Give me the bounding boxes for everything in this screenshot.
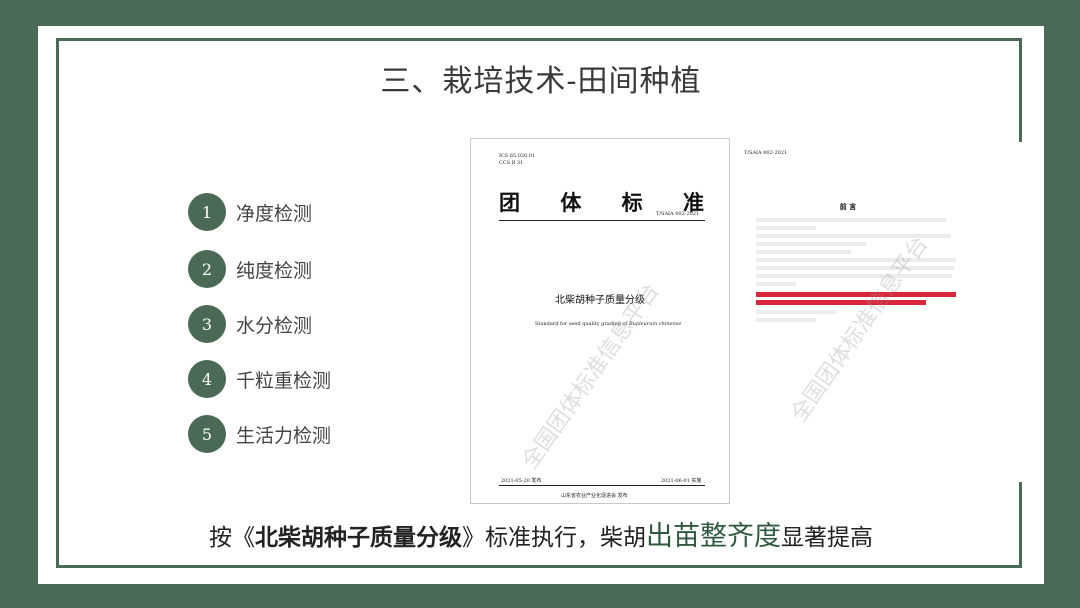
text-line — [756, 226, 816, 230]
foreword-title: 前 言 — [839, 203, 857, 211]
standard-code: T/SAIA 002-2021 — [656, 211, 700, 217]
slide-title: 三、栽培技术-田间种植 — [380, 64, 702, 99]
item-number-badge: 4 — [188, 360, 226, 398]
standard-cover-image: ICS 65.020.01 CCS B 31 团 体 标 准 T/SAIA 00… — [470, 138, 730, 504]
item-label: 生活力检测 — [236, 424, 332, 447]
text-line — [756, 282, 796, 286]
text-line — [756, 250, 851, 254]
standard-name: 北柴胡种子质量分级 — [555, 295, 645, 306]
highlighted-line — [756, 292, 956, 297]
standard-name-bold: 北柴胡种子质量分级 — [255, 524, 462, 551]
item-number-badge: 5 — [188, 415, 226, 453]
item-number-badge: 2 — [188, 250, 226, 288]
highlighted-line — [756, 300, 926, 305]
item-number-badge: 1 — [188, 193, 226, 231]
heading-char: 标 — [621, 190, 643, 215]
item-label: 净度检测 — [236, 202, 313, 225]
ccs-code: CCS B 31 — [499, 160, 524, 166]
publish-date: 2021-05-20 发布 — [501, 478, 542, 484]
list-item: 1 净度检测 — [188, 192, 312, 232]
implementation-date: 2021-06-01 实施 — [661, 478, 702, 484]
emphasis-text: 出苗整齐度 — [646, 521, 781, 552]
text-line — [756, 266, 954, 270]
item-label: 水分检测 — [236, 314, 313, 337]
list-item: 2 纯度检测 — [188, 249, 312, 289]
item-label: 千粒重检测 — [236, 369, 332, 392]
text-line — [756, 242, 866, 246]
item-number-badge: 3 — [188, 305, 226, 343]
list-item: 4 千粒重检测 — [188, 359, 331, 399]
text-line — [756, 310, 836, 314]
heading-char: 团 — [499, 190, 520, 215]
standard-code: T/SAIA 002-2021 — [744, 150, 788, 156]
heading-char: 体 — [560, 190, 582, 215]
ics-code: ICS 65.020.01 — [499, 153, 536, 159]
text-line — [756, 274, 952, 278]
list-item: 5 生活力检测 — [188, 414, 331, 454]
summary-caption: 按《北柴胡种子质量分级》标准执行，柴胡出苗整齐度显著提高 — [209, 521, 873, 552]
text-line — [756, 318, 816, 322]
standard-foreword-image: T/SAIA 002-2021 前 言 全国团体标准信息平台 — [738, 142, 1034, 482]
issuer: 山东省农业产业化促进会 发布 — [561, 493, 628, 499]
item-label: 纯度检测 — [236, 259, 313, 282]
slide: 三、栽培技术-田间种植 1 净度检测 2 纯度检测 3 水分检测 4 千粒重检测… — [38, 26, 1044, 584]
header-rule — [499, 220, 705, 221]
footer-rule — [499, 485, 705, 486]
text-line — [756, 218, 946, 222]
list-item: 3 水分检测 — [188, 304, 312, 344]
